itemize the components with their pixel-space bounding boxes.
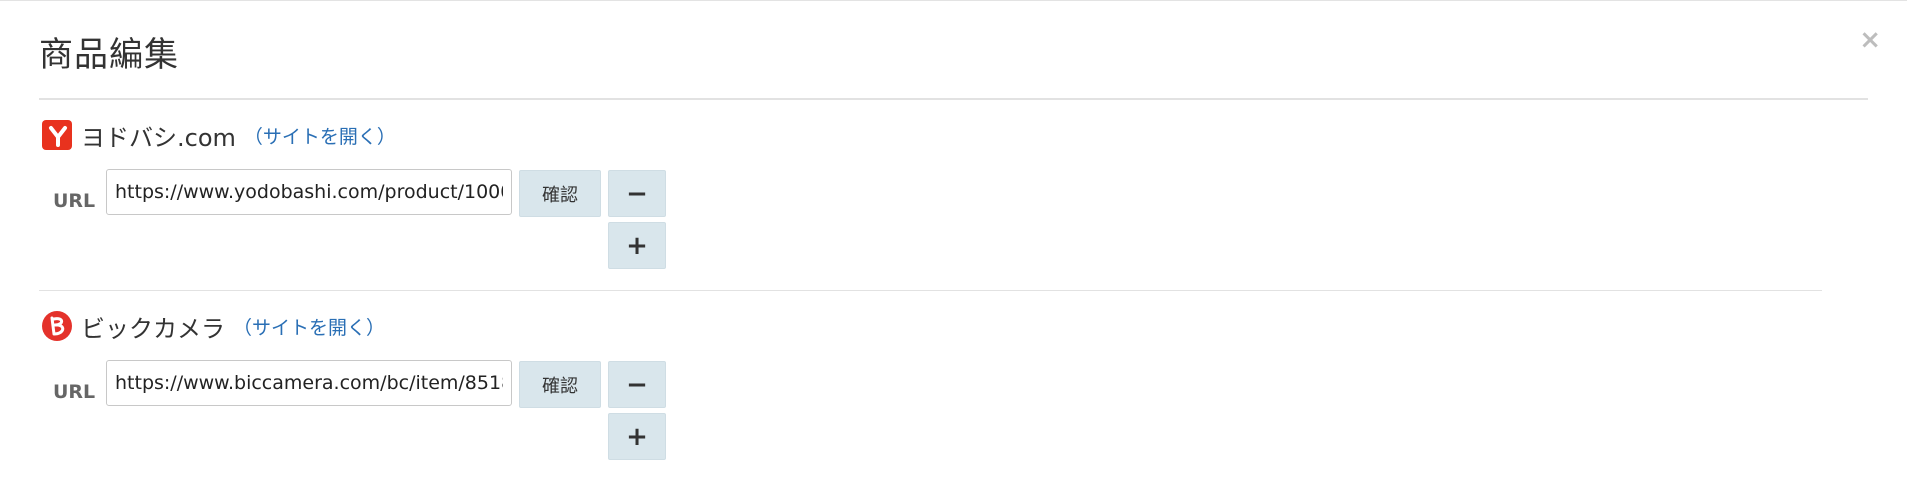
confirm-button[interactable]: 確認	[519, 361, 601, 408]
plus-icon: +	[626, 230, 648, 261]
plus-icon: +	[626, 421, 648, 452]
store-section-yodobashi: ヨドバシ.com （サイトを開く） URL 確認 − +	[39, 118, 1829, 278]
biccamera-logo-icon	[42, 311, 72, 341]
url-input[interactable]	[106, 169, 512, 215]
store-name: ヨドバシ.com	[81, 123, 236, 152]
yodobashi-logo-icon	[42, 120, 72, 150]
remove-url-button[interactable]: −	[608, 361, 666, 408]
confirm-button[interactable]: 確認	[519, 170, 601, 217]
url-input[interactable]	[106, 360, 512, 406]
section-divider	[39, 290, 1822, 291]
store-header: ヨドバシ.com （サイトを開く）	[42, 118, 396, 152]
close-icon[interactable]: ×	[1859, 27, 1881, 53]
open-site-link[interactable]: （サイトを開く）	[244, 122, 396, 149]
minus-icon: −	[626, 369, 648, 400]
dialog-title: 商品編集	[39, 35, 179, 75]
store-section-biccamera: ビックカメラ （サイトを開く） URL 確認 − +	[39, 309, 1829, 469]
remove-url-button[interactable]: −	[608, 170, 666, 217]
add-url-button[interactable]: +	[608, 222, 666, 269]
header-divider	[39, 98, 1868, 100]
add-url-button[interactable]: +	[608, 413, 666, 460]
url-label: URL	[53, 381, 96, 403]
url-label: URL	[53, 190, 96, 212]
edit-product-dialog: × 商品編集 ヨドバシ.com （サイトを開く） URL 確認 − +	[0, 0, 1907, 477]
minus-icon: −	[626, 178, 648, 209]
store-header: ビックカメラ （サイトを開く）	[42, 309, 385, 343]
open-site-link[interactable]: （サイトを開く）	[233, 313, 385, 340]
store-name: ビックカメラ	[81, 314, 225, 343]
